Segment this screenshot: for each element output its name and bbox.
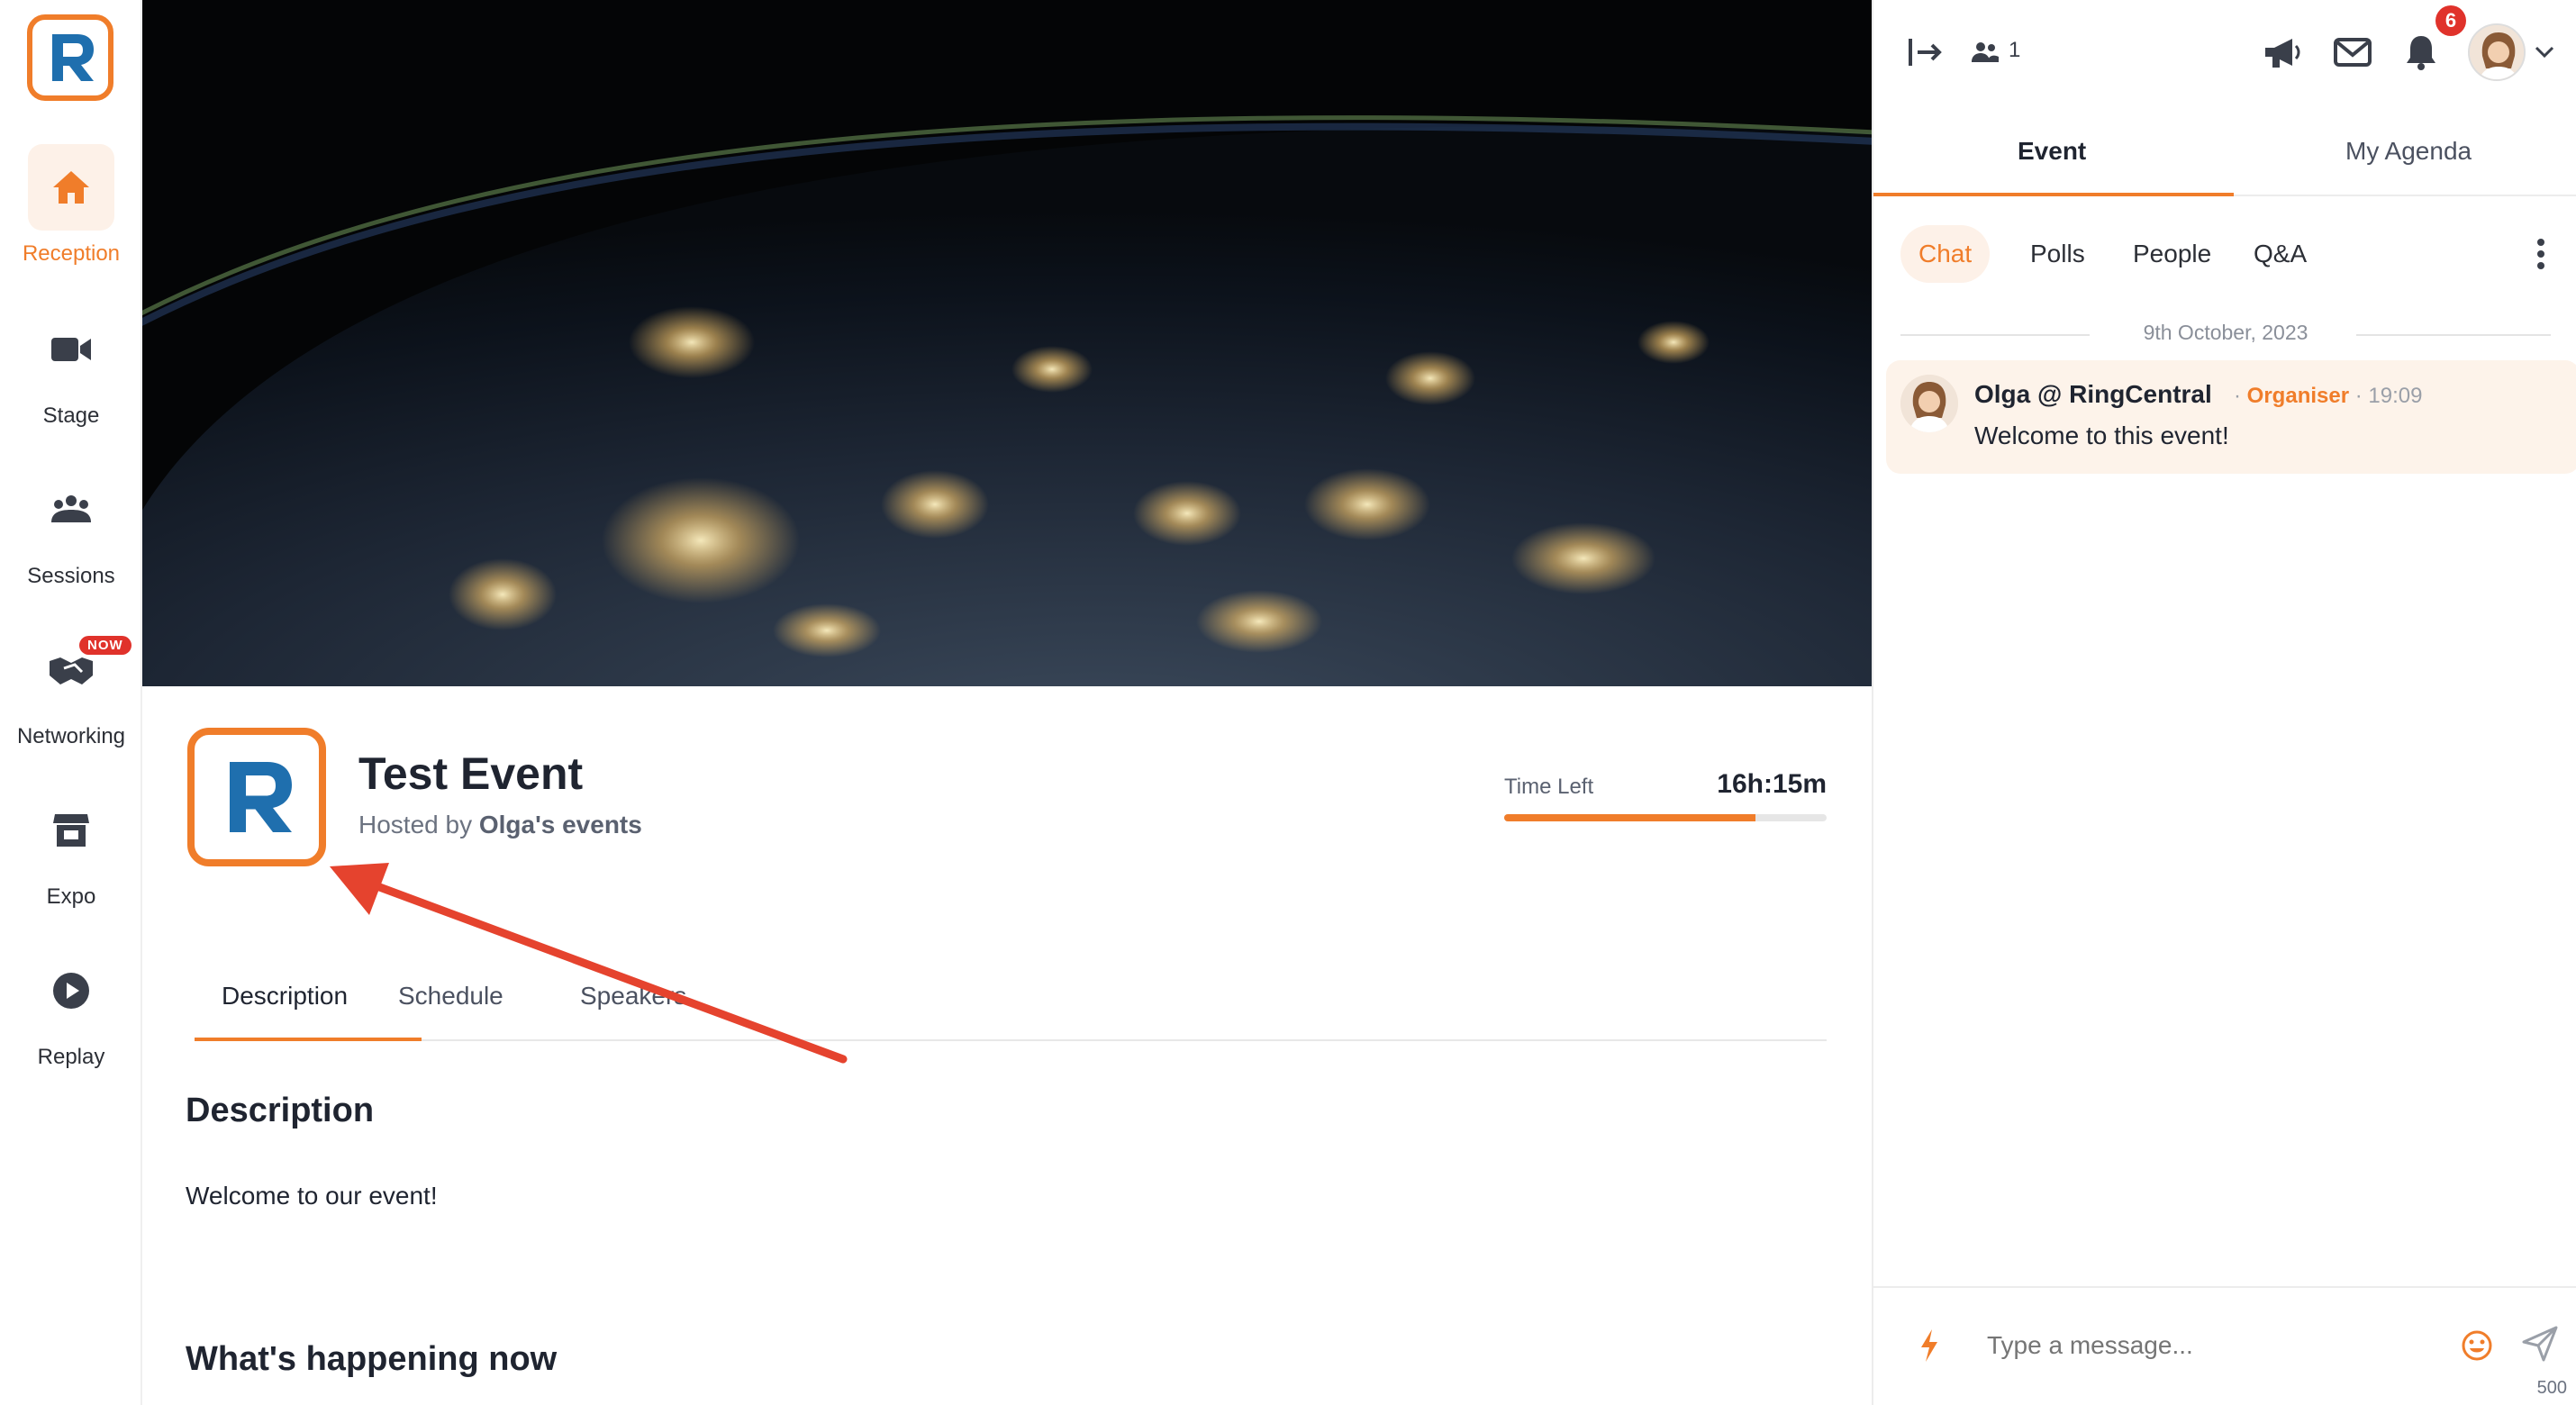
more-options-icon[interactable] — [2536, 238, 2545, 275]
tab-event[interactable]: Event — [2018, 137, 2086, 166]
ringcentral-logo-icon — [52, 34, 94, 81]
nav-item-expo[interactable]: Expo — [0, 787, 142, 910]
nav-item-sessions[interactable]: Sessions — [0, 467, 142, 589]
chat-message: Olga @ RingCentral · Organiser · 19:09 W… — [1886, 360, 2576, 474]
nav-item-reception[interactable]: Reception — [0, 144, 142, 267]
reception-main: Test Event Hosted by Olga's events Time … — [142, 0, 1872, 1405]
message-time: 19:09 — [2368, 384, 2423, 408]
message-author[interactable]: Olga @ RingCentral — [1974, 380, 2212, 409]
panel-toolbar: 1 6 — [1873, 0, 2576, 104]
play-circle-icon — [28, 947, 114, 1034]
chat-composer: 500 — [1873, 1286, 2576, 1405]
panel-tabs: Event My Agenda — [1873, 104, 2576, 196]
lightning-icon[interactable] — [1913, 1324, 1946, 1367]
whats-happening-heading: What's happening now — [186, 1340, 558, 1378]
bell-icon[interactable] — [2401, 32, 2441, 72]
tab-schedule[interactable]: Schedule — [398, 982, 503, 1011]
event-banner-image — [142, 0, 1872, 686]
emoji-icon[interactable] — [2459, 1328, 2495, 1364]
user-menu[interactable] — [2468, 23, 2554, 81]
time-left-value: 16h:15m — [1717, 769, 1827, 799]
collapse-panel-icon[interactable] — [1906, 34, 1946, 70]
people-group-icon — [28, 467, 114, 553]
attendees-icon[interactable] — [1969, 36, 2001, 68]
megaphone-icon[interactable] — [2261, 32, 2304, 72]
event-title: Test Event — [358, 748, 584, 799]
nav-item-networking[interactable]: NOW Networking — [0, 627, 142, 749]
video-camera-icon — [28, 306, 114, 393]
event-host-name[interactable]: Olga's events — [479, 811, 642, 838]
nav-item-stage[interactable]: Stage — [0, 306, 142, 429]
now-badge: NOW — [79, 636, 132, 655]
subtab-polls[interactable]: Polls — [2012, 225, 2103, 283]
chat-date: 9th October, 2023 — [2143, 321, 2308, 344]
message-input[interactable] — [1987, 1331, 2473, 1360]
event-side-panel: 1 6 Event My Agenda Chat Polls People Q&… — [1872, 0, 2576, 1405]
notification-badge: 6 — [2435, 5, 2466, 36]
event-logo — [187, 728, 326, 866]
description-text: Welcome to our event! — [186, 1182, 438, 1210]
attendee-count: 1 — [2009, 38, 2021, 62]
time-left-label: Time Left — [1504, 775, 1594, 799]
active-tab-underline — [195, 1038, 422, 1041]
tab-description[interactable]: Description — [222, 982, 348, 1011]
chat-date-separator: 9th October, 2023 — [1873, 321, 2576, 348]
nav-item-replay[interactable]: Replay — [0, 947, 142, 1070]
subtab-qa[interactable]: Q&A — [2236, 225, 2325, 283]
left-navigation: Reception Stage Sessions NOW Networking … — [0, 0, 142, 1405]
booth-icon — [28, 787, 114, 874]
event-logo-r-icon — [230, 762, 292, 832]
event-tabs: Description Schedule Speakers — [195, 955, 1827, 1041]
mail-icon[interactable] — [2331, 32, 2374, 72]
message-author-avatar[interactable] — [1900, 375, 1958, 432]
message-meta: · Organiser · 19:09 — [2234, 384, 2423, 408]
user-avatar — [2468, 23, 2526, 81]
message-role: Organiser — [2246, 384, 2350, 408]
send-icon[interactable] — [2520, 1324, 2560, 1364]
time-left-progress-bar — [1504, 814, 1827, 821]
message-text: Welcome to this event! — [1974, 422, 2229, 449]
hosted-by-prefix: Hosted by — [358, 811, 473, 838]
nav-label-stage: Stage — [42, 403, 100, 428]
nav-label-sessions: Sessions — [27, 564, 115, 588]
subtab-people[interactable]: People — [2115, 225, 2229, 283]
tab-my-agenda[interactable]: My Agenda — [2345, 137, 2472, 166]
nav-label-replay: Replay — [37, 1045, 105, 1069]
app-logo[interactable] — [27, 14, 113, 101]
time-left-progress-fill — [1504, 814, 1756, 821]
nav-label-reception: Reception — [22, 241, 121, 266]
char-limit: 500 — [2536, 1378, 2567, 1398]
nav-label-networking: Networking — [16, 724, 126, 748]
description-heading: Description — [186, 1092, 375, 1129]
tab-speakers[interactable]: Speakers — [580, 982, 686, 1011]
chevron-down-icon — [2535, 46, 2554, 59]
home-icon — [28, 144, 114, 231]
event-host-line: Hosted by Olga's events — [358, 811, 642, 839]
nav-label-expo: Expo — [46, 884, 96, 909]
subtab-chat[interactable]: Chat — [1900, 225, 1991, 283]
date-separator-line-right — [2356, 334, 2551, 336]
panel-tab-underline — [1873, 193, 2234, 196]
